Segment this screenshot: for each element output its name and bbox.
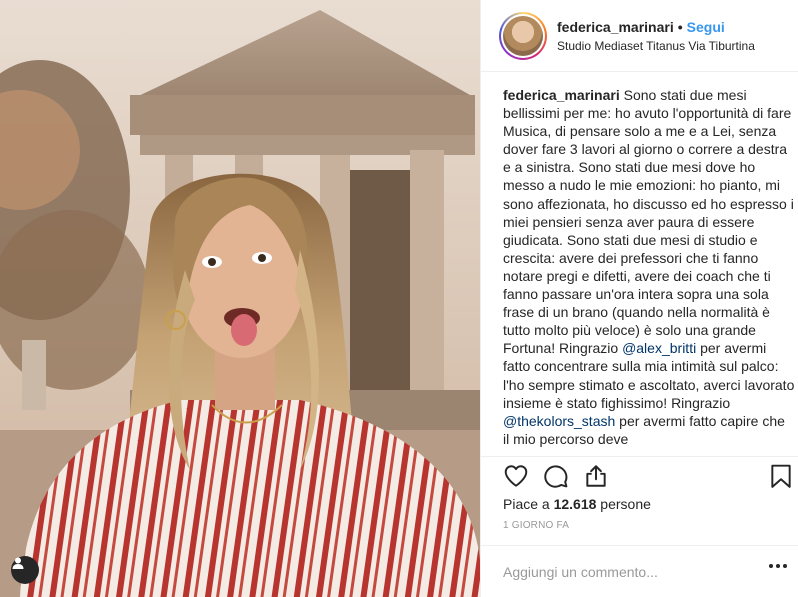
- header-user-line: federica_marinari • Segui: [557, 19, 755, 35]
- location-link[interactable]: Studio Mediaset Titanus Via Tiburtina: [557, 39, 755, 53]
- post-header: federica_marinari • Segui Studio Mediase…: [481, 0, 798, 72]
- heart-icon: [504, 465, 528, 487]
- header-username[interactable]: federica_marinari: [557, 19, 674, 35]
- like-button[interactable]: [503, 463, 529, 494]
- post-timestamp[interactable]: 1 GIORNO FA: [503, 520, 569, 531]
- avatar[interactable]: [499, 11, 547, 60]
- likes-suffix: persone: [596, 496, 651, 512]
- comment-input[interactable]: [503, 563, 753, 580]
- likes-number: 12.618: [553, 496, 597, 512]
- caption-text-part-1: Sono stati due mesi bellissimi per me: h…: [503, 87, 794, 357]
- comment-bar: [481, 545, 798, 597]
- comment-button[interactable]: [543, 463, 569, 494]
- caption-mention-alex-britti[interactable]: @alex_britti: [622, 340, 696, 356]
- more-options-button[interactable]: [769, 564, 787, 568]
- photo-illustration: [0, 0, 480, 597]
- more-dot-icon: [769, 564, 773, 568]
- save-button[interactable]: [769, 463, 793, 494]
- post-photo[interactable]: [0, 0, 480, 597]
- header-text: federica_marinari • Segui Studio Mediase…: [557, 19, 755, 53]
- share-icon: [586, 465, 606, 487]
- header-separator: •: [677, 18, 683, 35]
- action-bar: [481, 456, 798, 494]
- likes-prefix: Piace a: [503, 496, 554, 512]
- avatar-image: [503, 15, 543, 56]
- avatar-border: [501, 13, 545, 58]
- user-icon: [12, 557, 24, 569]
- bookmark-icon: [771, 464, 791, 488]
- post-side-panel: federica_marinari • Segui Studio Mediase…: [480, 0, 798, 597]
- post-caption: federica_marinari Sono stati due mesi be…: [503, 86, 795, 452]
- follow-button[interactable]: Segui: [687, 19, 725, 35]
- likes-count[interactable]: Piace a 12.618 persone: [503, 496, 651, 512]
- more-dot-icon: [776, 564, 780, 568]
- more-dot-icon: [783, 564, 787, 568]
- user-tags-button[interactable]: [11, 556, 39, 584]
- share-button[interactable]: [583, 463, 609, 494]
- caption-username[interactable]: federica_marinari: [503, 87, 620, 103]
- caption-mention-thekolors-stash[interactable]: @thekolors_stash: [503, 413, 615, 429]
- comment-icon: [544, 465, 568, 488]
